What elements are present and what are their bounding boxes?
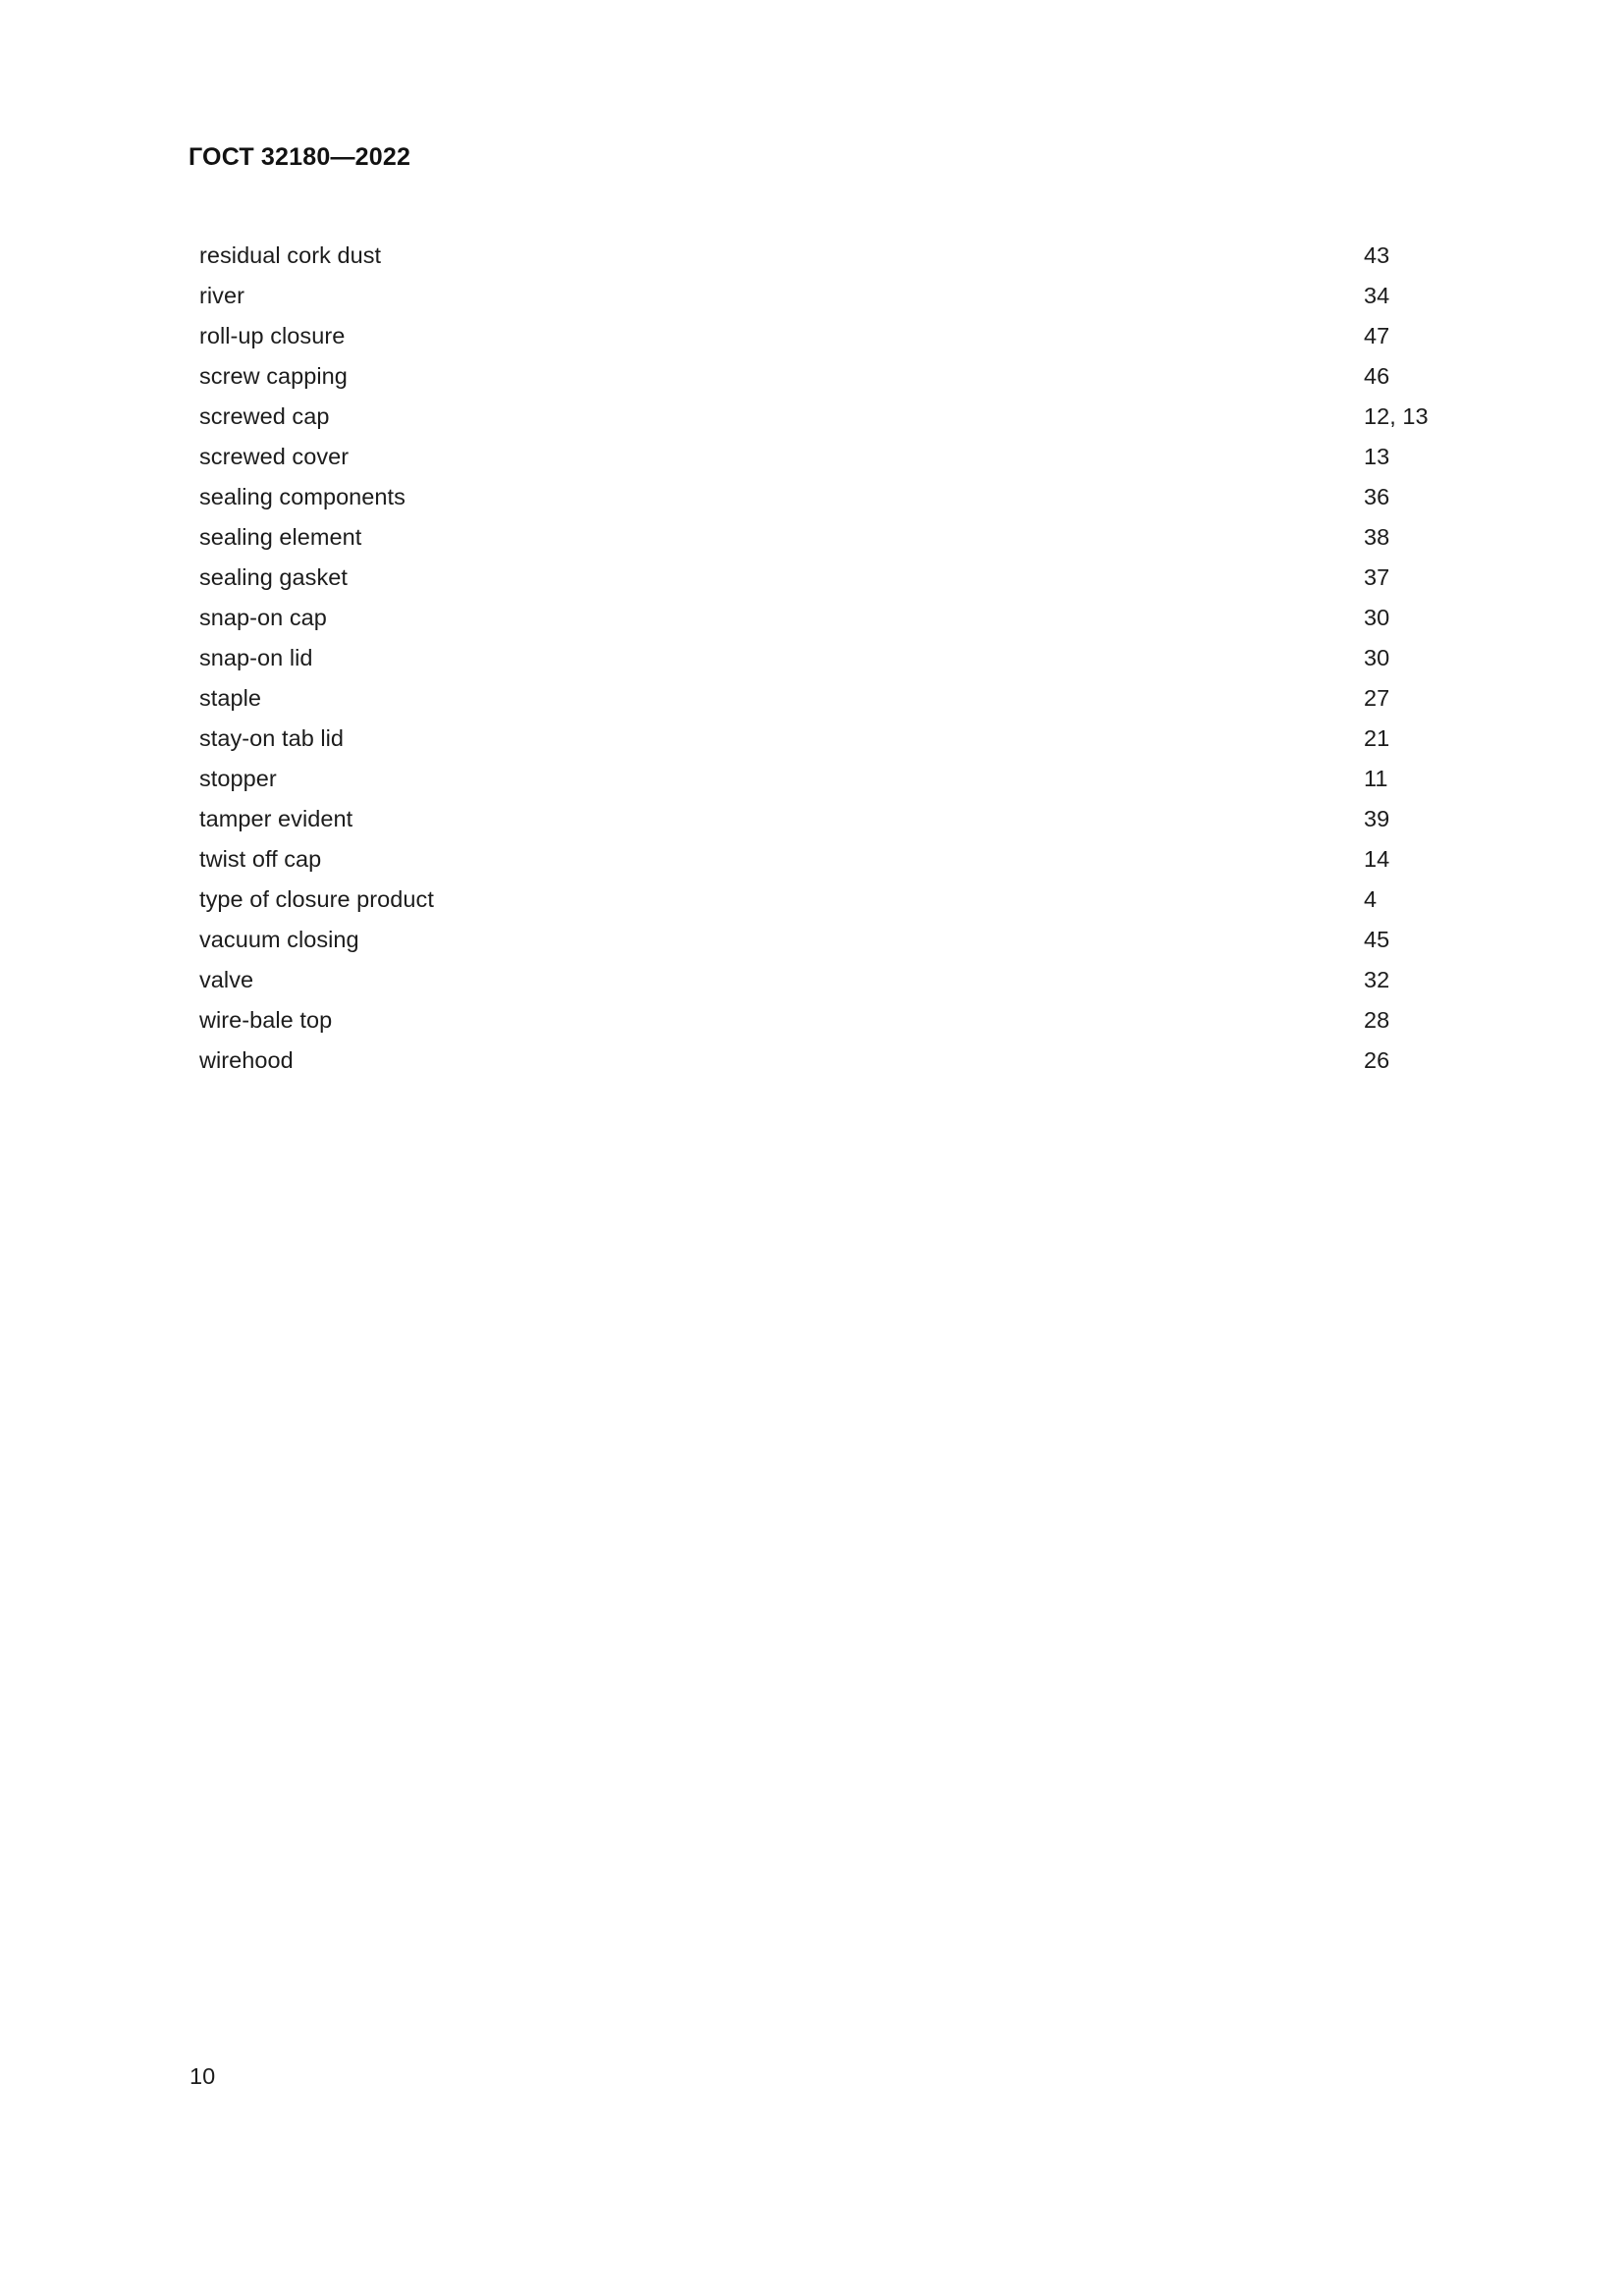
index-entry-term: sealing components (199, 484, 406, 509)
index-entry-term: sealing gasket (199, 564, 348, 590)
index-entry-row: sealing gasket 37 (199, 558, 1427, 598)
index-entry-row: residual cork dust 43 (199, 236, 1427, 276)
index-entry-row: wire-bale top 28 (199, 1000, 1427, 1041)
index-entry-page-reference: 21 (1364, 725, 1390, 751)
index-entry-row: river 34 (199, 276, 1427, 316)
index-entry-row: wirehood 26 (199, 1041, 1427, 1081)
index-entry-page-reference: 4 (1364, 886, 1378, 912)
index-entry-term: stay-on tab lid (199, 725, 345, 751)
document-page: ГОСТ 32180—2022 residual cork dust 43 rive… (0, 0, 1624, 2296)
index-entry-row: vacuum closing 45 (199, 920, 1427, 960)
index-entry-term: river (199, 283, 244, 308)
index-entry-row: stay-on tab lid 21 (199, 719, 1427, 759)
index-entry-page-reference: 14 (1364, 846, 1390, 872)
index-entry-term: twist off cap (199, 846, 322, 872)
index-entry-term: wire-bale top (199, 1007, 333, 1033)
index-entry-term: tamper evident (199, 806, 353, 831)
index-entry-row: roll-up closure 47 (199, 316, 1427, 356)
index-entry-page-reference: 45 (1364, 927, 1390, 952)
index-entry-term: stopper (199, 766, 277, 791)
index-entry-row: staple 27 (199, 678, 1427, 719)
index-entry-term: residual cork dust (199, 242, 382, 268)
index-entry-row: screwed cover 13 (199, 437, 1427, 477)
index-entry-term: roll-up closure (199, 323, 346, 348)
index-entry-term: valve (199, 967, 254, 992)
index-entry-term: screwed cap (199, 403, 330, 429)
index-entry-term: wirehood (199, 1047, 294, 1073)
index-entry-page-reference: 28 (1364, 1007, 1390, 1033)
running-head: ГОСТ 32180—2022 (189, 143, 411, 171)
index-entry-row: tamper evident 39 (199, 799, 1427, 839)
index-entry-page-reference: 39 (1364, 806, 1390, 831)
index-entry-row: valve 32 (199, 960, 1427, 1000)
index-entry-row: twist off cap 14 (199, 839, 1427, 880)
index-entry-term: screw capping (199, 363, 348, 389)
index-entry-term: screwed cover (199, 444, 350, 469)
index-entry-row: stopper 11 (199, 759, 1427, 799)
index-entry-term: type of closure product (199, 886, 434, 912)
alphabetical-index-list: residual cork dust 43 river 34 roll-up closu… (199, 236, 1429, 1081)
index-entry-page-reference: 43 (1364, 242, 1390, 268)
index-entry-row: type of closure product 4 (199, 880, 1427, 920)
index-entry-term: sealing element (199, 524, 362, 550)
index-entry-page-reference: 32 (1364, 967, 1390, 992)
page-number-folio: 10 (189, 2063, 216, 2089)
index-entry-page-reference: 46 (1364, 363, 1390, 389)
index-entry-page-reference: 26 (1364, 1047, 1390, 1073)
index-entry-row: snap-on lid 30 (199, 638, 1427, 678)
index-entry-row: snap-on cap 30 (199, 598, 1427, 638)
index-entry-page-reference: 30 (1364, 605, 1390, 630)
index-entry-page-reference: 34 (1364, 283, 1390, 308)
index-entry-page-reference: 37 (1364, 564, 1390, 590)
index-entry-page-reference: 12, 13 (1364, 403, 1429, 429)
index-entry-page-reference: 27 (1364, 685, 1390, 711)
index-entry-term: snap-on cap (199, 605, 327, 630)
index-entry-term: snap-on lid (199, 645, 313, 670)
index-entry-page-reference: 38 (1364, 524, 1390, 550)
index-entry-row: sealing element 38 (199, 517, 1427, 558)
index-entry-page-reference: 47 (1364, 323, 1390, 348)
index-entry-page-reference: 13 (1364, 444, 1390, 469)
index-entry-term: vacuum closing (199, 927, 359, 952)
index-entry-page-reference: 30 (1364, 645, 1390, 670)
index-entry-term: staple (199, 685, 262, 711)
index-entry-row: screwed cap 12, 13 (199, 397, 1429, 437)
index-entry-row: screw capping 46 (199, 356, 1427, 397)
index-entry-row: sealing components 36 (199, 477, 1427, 517)
index-entry-page-reference: 36 (1364, 484, 1390, 509)
index-entry-page-reference: 11 (1364, 766, 1388, 791)
